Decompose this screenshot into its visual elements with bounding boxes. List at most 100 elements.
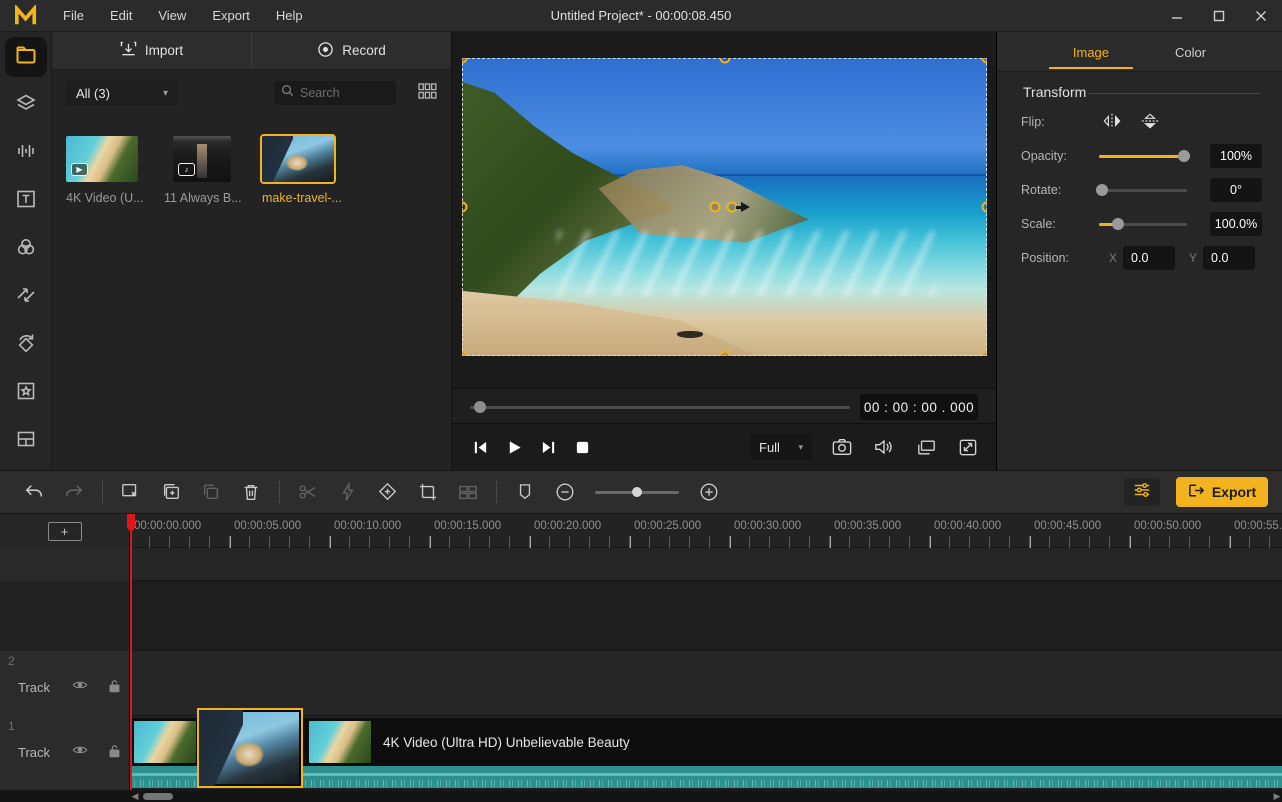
preview-scrubber-track[interactable] [470,406,850,409]
sidebar-item-media[interactable] [4,37,47,78]
paste-button[interactable] [198,479,224,505]
marker-button[interactable] [512,479,538,505]
sidebar-item-animations[interactable] [5,326,47,366]
media-filter-dropdown[interactable]: All (3) ▾ [66,80,178,106]
rotate-value[interactable]: 0° [1210,178,1262,202]
resize-handle-mid-right[interactable] [981,201,987,213]
preview-video-canvas[interactable] [462,58,987,356]
trim-button[interactable] [118,479,144,505]
resize-handle-top-right[interactable] [981,58,987,64]
timeline-zoom-knob[interactable] [632,487,642,497]
preview-zoom-dropdown[interactable]: Full ▾ [750,434,812,460]
snapshot-button[interactable] [830,435,854,459]
tab-color[interactable]: Color [1165,36,1216,68]
anchor-handle[interactable] [709,201,721,213]
media-item-audio-track[interactable]: ♪ 11 Always B... [164,136,242,205]
playhead[interactable] [127,514,135,790]
lock-icon[interactable] [108,679,121,696]
export-button[interactable]: Export [1176,477,1268,507]
opacity-slider-knob[interactable] [1178,150,1191,162]
rotate-slider-knob[interactable] [1095,184,1108,196]
volume-button[interactable] [872,435,896,459]
timeline-zoom-slider[interactable] [595,487,679,497]
minimize-button[interactable] [1156,0,1198,31]
animation-icon [14,331,38,360]
section-divider [1089,93,1260,94]
scroll-left-arrow-icon[interactable]: ◀ [130,791,140,802]
media-item-label: 11 Always B... [164,191,242,205]
maximize-button[interactable] [1198,0,1240,31]
sidebar-item-split-screen[interactable] [5,422,47,462]
sidebar-item-text[interactable] [5,181,47,221]
eye-icon[interactable] [72,679,88,696]
menu-view[interactable]: View [147,4,197,27]
scroll-right-arrow-icon[interactable]: ▶ [1272,791,1282,802]
scale-slider-knob[interactable] [1112,218,1125,230]
tab-image[interactable]: Image [1048,36,1134,69]
play-button[interactable] [502,435,526,459]
stop-button[interactable] [570,435,594,459]
eye-icon[interactable] [72,744,88,761]
crop-button[interactable] [415,479,441,505]
sidebar-item-elements[interactable] [5,85,47,125]
menu-export[interactable]: Export [201,4,261,27]
video-clip[interactable]: 4K Video (Ultra HD) Unbelievable Beauty [131,708,1282,788]
undo-button[interactable] [21,479,47,505]
fullscreen-button[interactable] [956,435,980,459]
position-x-input[interactable]: 0.0 [1123,246,1176,270]
next-frame-button[interactable] [536,435,560,459]
export-settings-button[interactable] [1124,478,1160,506]
record-button[interactable]: Record [251,32,451,69]
flip-horizontal-icon[interactable] [1101,112,1123,133]
detach-window-button[interactable] [914,435,938,459]
timeline-empty-row[interactable] [0,581,1282,651]
media-item-4k-video[interactable]: ▶ 4K Video (U... [66,136,144,205]
horizontal-scrollbar[interactable]: ◀ ▶ [130,790,1282,802]
scale-value[interactable]: 100.0% [1210,212,1262,236]
sidebar-item-filters[interactable] [5,229,47,269]
sidebar-item-audio[interactable] [5,133,47,173]
import-button[interactable]: Import [52,32,251,69]
add-track-button[interactable]: + [47,521,82,541]
timeline-empty-row-top[interactable] [0,548,1282,581]
copy-button[interactable] [158,479,184,505]
keyframe-button[interactable] [375,479,401,505]
menu-help[interactable]: Help [265,4,314,27]
opacity-value[interactable]: 100% [1210,144,1262,168]
previous-frame-button[interactable] [468,435,492,459]
quick-split-button[interactable] [335,479,361,505]
menu-edit[interactable]: Edit [99,4,143,27]
sidebar-item-effects[interactable] [5,374,47,414]
media-thumbnail: ♪ [173,136,231,182]
opacity-slider[interactable] [1099,150,1191,162]
selected-image-clip[interactable] [197,708,303,788]
redo-button[interactable] [61,479,87,505]
position-y-input[interactable]: 0.0 [1203,246,1256,270]
export-label: Export [1211,484,1257,500]
search-input[interactable] [300,86,384,100]
track-2-lane[interactable] [0,651,1282,716]
rotate-slider[interactable] [1095,184,1187,196]
media-search[interactable] [274,81,396,105]
sidebar-item-transitions[interactable] [5,278,47,318]
window-controls [1156,0,1282,31]
resize-handle-bottom-right[interactable] [981,350,987,356]
timeline-zoom-in-button[interactable] [696,479,722,505]
media-item-make-travel[interactable]: make-travel-... [260,134,342,205]
flip-vertical-icon[interactable] [1139,112,1161,133]
close-button[interactable] [1240,0,1282,31]
delete-button[interactable] [238,479,264,505]
resize-handle-bottom-center[interactable] [719,350,730,356]
scrollbar-handle[interactable] [143,792,173,800]
resize-handle-top-center[interactable] [719,58,730,64]
timeline-zoom-out-button[interactable] [552,479,578,505]
menu-file[interactable]: File [52,4,95,27]
toolbar-divider [279,481,280,503]
lock-icon[interactable] [108,744,121,761]
split-button[interactable] [295,479,321,505]
scale-slider[interactable] [1099,218,1187,230]
grid-view-button[interactable] [418,82,437,104]
preview-scrubber-handle[interactable] [474,401,486,413]
split-screen-button[interactable] [455,479,481,505]
resize-handle-top-left[interactable] [462,58,468,64]
